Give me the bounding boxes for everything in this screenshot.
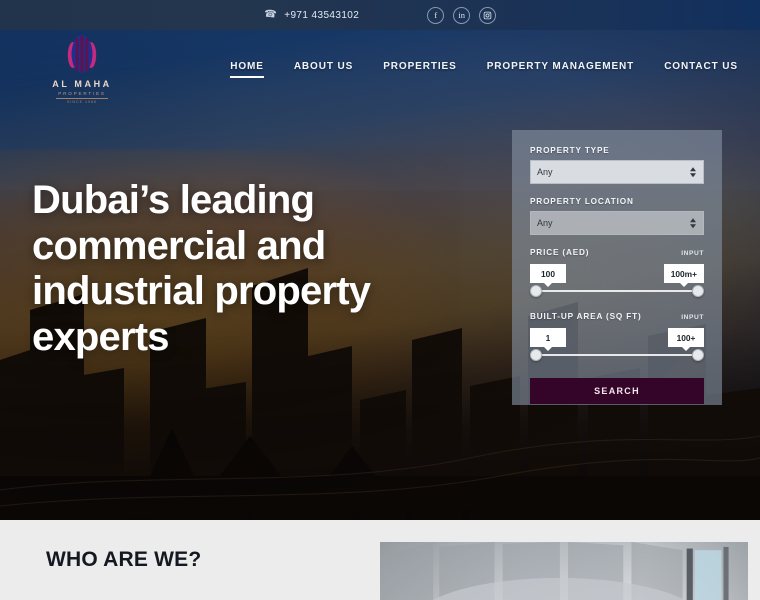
interior-architecture-photo (380, 542, 748, 600)
price-max-bubble: 100m+ (663, 264, 704, 283)
brand-since: SINCE 1986 (67, 100, 97, 105)
top-utility-bar: ☎ +971 43543102 f in (0, 0, 760, 30)
social-links: f in (427, 6, 497, 24)
brand-logo[interactable]: AL MAHA PROPERTIES SINCE 1986 (34, 34, 130, 105)
who-are-we-section: WHO ARE WE? (0, 520, 760, 600)
phone-number: +971 43543102 (284, 9, 360, 21)
chevron-updown-icon (690, 167, 696, 177)
facebook-icon[interactable]: f (427, 6, 445, 24)
property-location-select[interactable]: Any (530, 211, 704, 235)
phone-icon: ☎ (263, 8, 277, 21)
area-max-handle[interactable] (692, 349, 704, 361)
property-search-panel: PROPERTY TYPE Any PROPERTY LOCATION Any … (512, 130, 722, 405)
nav-item-home[interactable]: HOME (230, 61, 264, 78)
main-navigation: HOME ABOUT US PROPERTIES PROPERTY MANAGE… (230, 61, 738, 78)
nav-item-property-management[interactable]: PROPERTY MANAGEMENT (487, 61, 634, 78)
price-max-handle[interactable] (692, 285, 704, 297)
architecture-illustration-icon (380, 542, 729, 600)
property-type-select[interactable]: Any (530, 160, 704, 184)
chevron-updown-icon (690, 218, 696, 228)
property-location-label: PROPERTY LOCATION (530, 197, 634, 206)
who-are-we-image-column (370, 520, 760, 600)
area-input-tag[interactable]: INPUT (681, 314, 704, 321)
brand-subtitle: PROPERTIES (58, 90, 106, 96)
price-min-bubble: 100 (530, 264, 566, 283)
hero-section: ☎ +971 43543102 f in AL MAHA PROPERTIES … (0, 0, 760, 520)
who-are-we-text-column: WHO ARE WE? (0, 520, 370, 600)
phone-link[interactable]: ☎ +971 43543102 (263, 8, 360, 21)
nav-item-about-us[interactable]: ABOUT US (294, 61, 353, 78)
linkedin-icon[interactable]: in (453, 6, 471, 24)
property-type-label: PROPERTY TYPE (530, 146, 610, 155)
instagram-icon[interactable] (479, 6, 497, 24)
search-button[interactable]: SEARCH (530, 378, 704, 404)
nav-item-properties[interactable]: PROPERTIES (383, 61, 456, 78)
hero-headline: Dubai’s leading commercial and industria… (32, 178, 371, 359)
area-min-bubble: 1 (530, 328, 566, 347)
price-min-handle[interactable] (530, 285, 542, 297)
area-range-slider[interactable]: 1 100+ (530, 328, 704, 362)
area-min-handle[interactable] (530, 349, 542, 361)
nav-item-contact-us[interactable]: CONTACT US (664, 61, 738, 78)
area-slider-track[interactable] (536, 354, 698, 356)
price-slider-track[interactable] (536, 290, 698, 292)
brand-name: AL MAHA (52, 78, 112, 89)
area-max-bubble: 100+ (668, 328, 704, 347)
site-header: AL MAHA PROPERTIES SINCE 1986 HOME ABOUT… (0, 30, 760, 108)
price-label: PRICE (AED) (530, 248, 590, 257)
property-type-value: Any (537, 167, 553, 177)
area-label: BUILT-UP AREA (SQ FT) (530, 312, 642, 321)
brand-divider (56, 97, 108, 99)
section-title: WHO ARE WE? (46, 548, 202, 571)
price-input-tag[interactable]: INPUT (681, 250, 704, 257)
price-range-slider[interactable]: 100 100m+ (530, 264, 704, 298)
building-logo-icon (67, 34, 97, 73)
property-location-value: Any (537, 218, 553, 228)
